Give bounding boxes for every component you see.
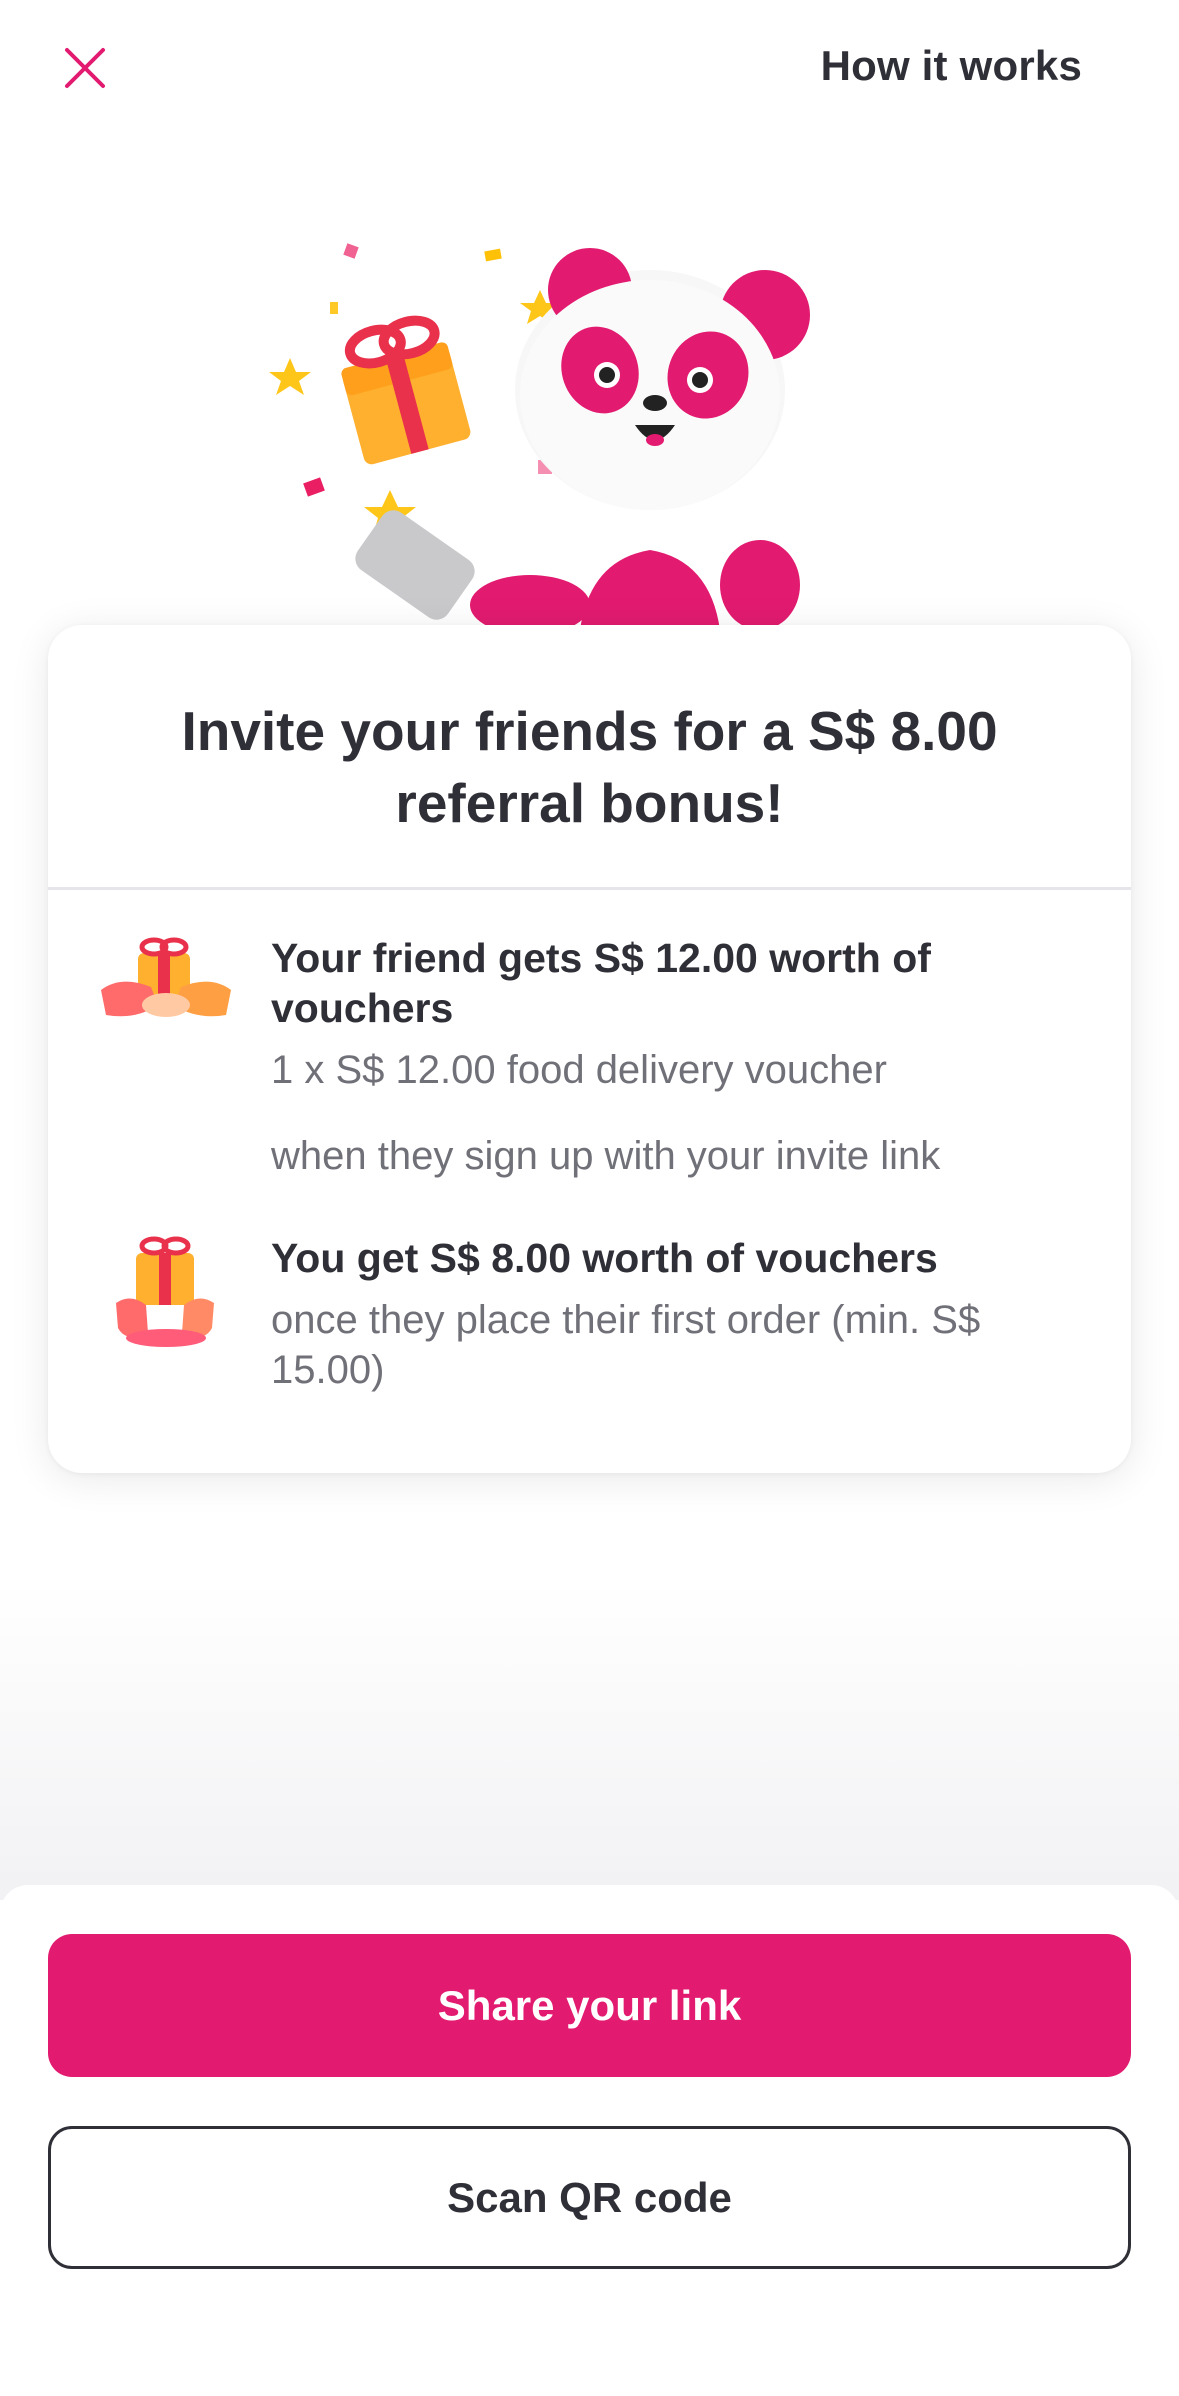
gift-handover-icon: [101, 937, 231, 1017]
friend-benefit-detail: 1 x S$ 12.00 food delivery voucher: [271, 1048, 887, 1092]
close-icon: [65, 48, 105, 88]
referral-card: Invite your friends for a S$ 8.00 referr…: [48, 625, 1131, 1473]
your-benefit-title: You get S$ 8.00 worth of vouchers: [271, 1235, 938, 1281]
share-link-button[interactable]: Share your link: [48, 1934, 1131, 2077]
bottom-fade: [0, 1580, 1179, 1900]
how-it-works-link[interactable]: How it works: [821, 42, 1082, 90]
referral-title: Invite your friends for a S$ 8.00 referr…: [181, 700, 998, 834]
friend-benefit-condition: when they sign up with your invite link: [271, 1134, 941, 1178]
panda-mascot-illustration: [269, 243, 810, 630]
scan-qr-button[interactable]: Scan QR code: [48, 2126, 1131, 2269]
your-benefit-condition: once they place their first order (min. …: [271, 1298, 981, 1392]
card-divider: [48, 887, 1131, 890]
referral-screen: How it works Invite your friends for a S…: [0, 0, 1179, 2396]
gift-in-hands-icon: [116, 1236, 214, 1347]
friend-benefit-text: Your friend gets S$ 12.00 worth of vouch…: [271, 933, 1051, 1181]
close-button[interactable]: [52, 35, 118, 101]
friend-benefit-title: Your friend gets S$ 12.00 worth of vouch…: [271, 935, 931, 1031]
your-benefit-text: You get S$ 8.00 worth of vouchers once t…: [271, 1233, 1051, 1395]
